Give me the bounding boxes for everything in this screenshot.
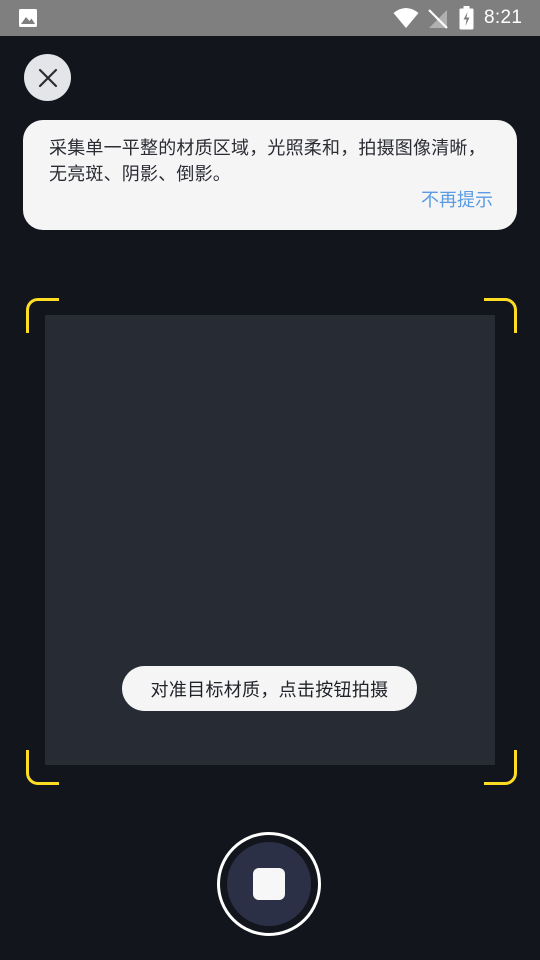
status-bar: 8:21 (0, 0, 540, 36)
gallery-icon (19, 9, 37, 27)
status-time: 8:21 (484, 7, 523, 28)
close-icon (38, 68, 57, 87)
no-signal-icon (428, 9, 448, 29)
tip-card: 采集单一平整的材质区域，光照柔和，拍摄图像清晰，无亮斑、阴影、倒影。 不再提示 (23, 120, 517, 230)
shutter-inner-circle (227, 842, 311, 926)
battery-charging-icon (459, 6, 474, 30)
wifi-icon (393, 8, 419, 28)
dont-show-again-link[interactable]: 不再提示 (421, 188, 493, 214)
shutter-button[interactable] (217, 832, 321, 936)
tip-text: 采集单一平整的材质区域，光照柔和，拍摄图像清晰，无亮斑、阴影、倒影。 (49, 138, 486, 185)
shutter-icon (253, 868, 285, 900)
close-button[interactable] (24, 54, 71, 101)
capture-hint: 对准目标材质，点击按钮拍摄 (122, 666, 417, 711)
